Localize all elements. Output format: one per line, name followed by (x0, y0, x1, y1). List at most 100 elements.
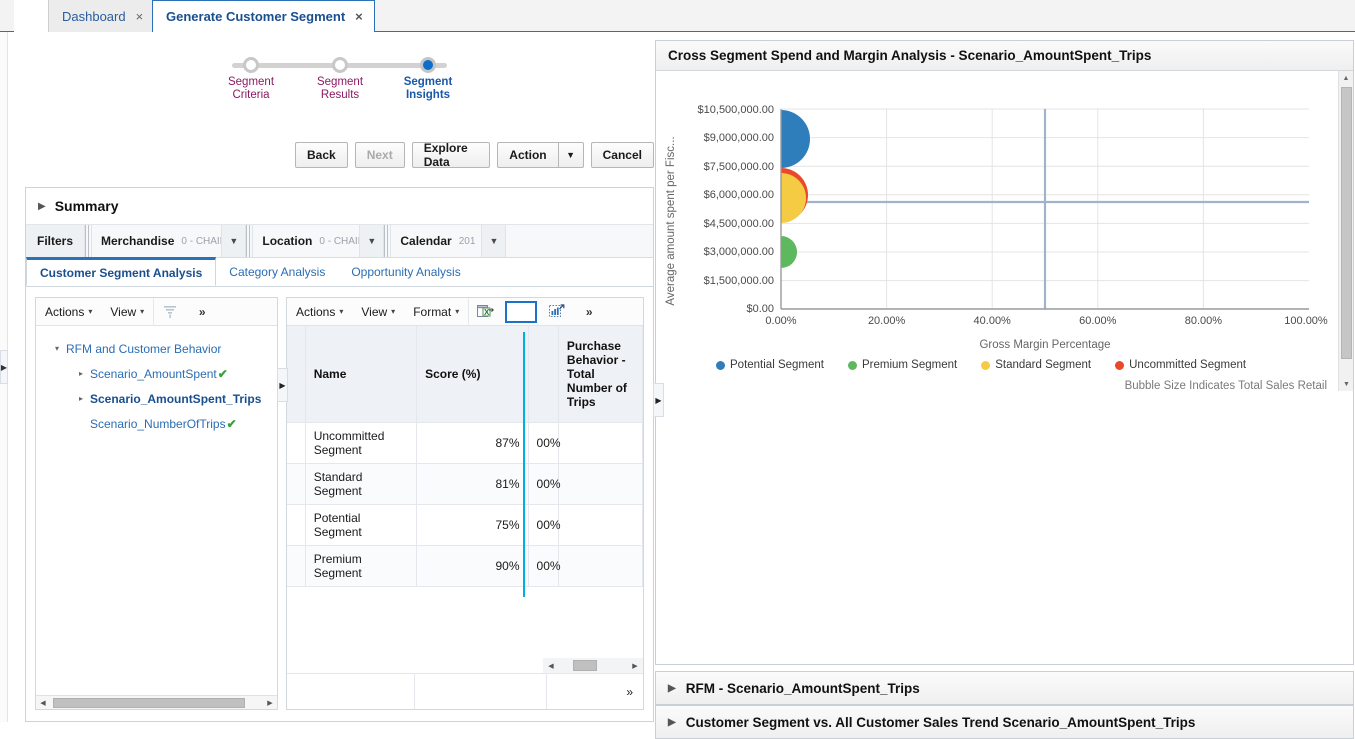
chevron-right-icon[interactable]: ▶ (668, 683, 676, 694)
footer-more-icon[interactable]: » (547, 674, 643, 709)
row-selector[interactable] (287, 463, 306, 505)
collapsed-panel-sales-trend[interactable]: ▶ Customer Segment vs. All Customer Sale… (655, 705, 1354, 739)
table-view-menu[interactable]: View ▾ (352, 298, 404, 325)
filter-merchandise-label: Merchandise (101, 234, 175, 248)
tab-customer-segment-analysis[interactable]: Customer Segment Analysis (26, 257, 217, 286)
chevron-right-icon[interactable]: ▶ (668, 717, 676, 728)
scroll-left-icon[interactable]: ◀ (543, 662, 559, 670)
bubble-chart[interactable]: Average amount spent per Fisc... $10,500… (656, 71, 1340, 401)
summary-header[interactable]: ▶ Summary (26, 188, 653, 225)
step-dot-icon (420, 57, 436, 73)
explore-data-button[interactable]: Explore Data (411, 141, 491, 169)
detach-chart-icon[interactable] (541, 298, 573, 325)
chevron-right-icon[interactable]: ▶ (38, 201, 46, 212)
chevron-down-icon[interactable]: ▼ (221, 225, 246, 257)
svg-text:$3,000,000.00: $3,000,000.00 (704, 246, 774, 258)
column-header-clipped[interactable] (528, 326, 559, 423)
pane-splitter-handle[interactable]: ▶ (277, 368, 288, 402)
row-selector[interactable] (287, 504, 306, 546)
legend-item-premium-segment[interactable]: Premium Segment (847, 359, 957, 371)
tree-node-label[interactable]: Scenario_AmountSpent (90, 367, 217, 381)
tree-node-label[interactable]: Scenario_AmountSpent_Trips (90, 392, 261, 406)
table-actions-menu[interactable]: Actions ▾ (287, 298, 352, 325)
table-row[interactable]: Potential Segment 75% 00% (287, 504, 644, 546)
table-more-actions-icon[interactable]: » (573, 298, 605, 325)
filters-button[interactable]: Filters (26, 225, 86, 257)
filter-grip-handle[interactable] (85, 225, 93, 257)
chevron-down-icon[interactable]: ▼ (359, 225, 384, 257)
tree-node-label[interactable]: RFM and Customer Behavior (66, 342, 221, 356)
filter-merchandise[interactable]: Merchandise 0 - CHAIN ▼ (92, 225, 247, 257)
tree-node-rfm[interactable]: ▾ RFM and Customer Behavior (42, 336, 277, 361)
tree-more-actions-icon[interactable]: » (186, 298, 218, 325)
legend-item-standard-segment[interactable]: Standard Segment (981, 359, 1091, 371)
tab-dashboard[interactable]: Dashboard × (48, 0, 156, 32)
table-row[interactable]: Premium Segment 90% 00% (287, 545, 644, 587)
chevron-down-icon[interactable]: ▼ (481, 225, 506, 257)
tree-view-menu[interactable]: View ▾ (101, 298, 153, 325)
column-header-score[interactable]: Score (%) (416, 326, 529, 423)
cell-clipped-value: 00% (528, 422, 561, 464)
filter-location[interactable]: Location 0 - CHAIN ▼ (253, 225, 385, 257)
scroll-down-icon[interactable]: ▼ (1339, 377, 1354, 391)
cell-name: Standard Segment (305, 463, 418, 505)
collapse-all-icon[interactable] (154, 298, 186, 325)
chart-panel: Cross Segment Spend and Margin Analysis … (655, 40, 1354, 665)
scrollbar-thumb[interactable] (53, 697, 245, 708)
tree-actions-menu[interactable]: Actions ▾ (36, 298, 101, 325)
table-horizontal-scrollbar[interactable]: ◀ ▶ (543, 658, 643, 673)
legend-item-uncommitted-segment[interactable]: Uncommitted Segment (1115, 359, 1246, 371)
scroll-right-icon[interactable]: ▶ (627, 662, 643, 670)
column-header-purchase-behavior-trips[interactable]: Purchase Behavior - Total Number of Trip… (558, 326, 644, 423)
tab-category-analysis[interactable]: Category Analysis (216, 258, 338, 286)
search-input[interactable] (505, 300, 538, 323)
table-row[interactable]: Standard Segment 81% 00% (287, 463, 644, 505)
action-split-button[interactable]: Action ▼ (497, 142, 584, 168)
close-icon[interactable]: × (355, 10, 363, 23)
tab-opportunity-analysis[interactable]: Opportunity Analysis (338, 258, 473, 286)
cell-clipped-value: 00% (528, 463, 561, 505)
collapsed-panel-rfm[interactable]: ▶ RFM - Scenario_AmountSpent_Trips (655, 671, 1354, 705)
legend-item-potential-segment[interactable]: Potential Segment (716, 359, 824, 371)
triangle-down-icon[interactable]: ▾ (48, 344, 66, 353)
svg-text:80.00%: 80.00% (1185, 315, 1223, 327)
wizard-train: Segment Criteria Segment Results Segment… (214, 44, 464, 104)
filter-grip-handle[interactable] (246, 225, 254, 257)
scroll-right-icon[interactable]: ▶ (263, 699, 277, 707)
scrollbar-thumb[interactable] (573, 660, 597, 671)
cancel-button[interactable]: Cancel (590, 142, 654, 168)
tree-node-label[interactable]: Scenario_NumberOfTrips (90, 417, 226, 431)
filter-bar: Filters Merchandise 0 - CHAIN ▼ Location… (26, 225, 653, 258)
table-row[interactable]: Uncommitted Segment 87% 00% (287, 422, 644, 464)
column-header-name[interactable]: Name (305, 326, 418, 423)
filter-grip-handle[interactable] (384, 225, 392, 257)
row-selector[interactable] (287, 422, 306, 464)
close-icon[interactable]: × (136, 10, 144, 23)
train-step-segment-criteria[interactable]: Segment Criteria (214, 44, 288, 102)
scrollbar-thumb[interactable] (1341, 87, 1352, 359)
export-to-excel-icon[interactable]: X (469, 298, 501, 325)
chart-vertical-scrollbar[interactable]: ▲ ▼ (1338, 71, 1353, 391)
row-selector[interactable] (287, 545, 306, 587)
tree-node-scenario-numberoftrips[interactable]: Scenario_NumberOfTrips ✔ (42, 411, 277, 436)
scroll-left-icon[interactable]: ◀ (36, 699, 50, 707)
table-format-menu[interactable]: Format ▾ (404, 298, 468, 325)
left-splitter-handle[interactable]: ▶ (0, 350, 8, 384)
right-pane-splitter-handle[interactable]: ▶ (653, 383, 664, 417)
tree-horizontal-scrollbar[interactable]: ◀ ▶ (36, 695, 277, 709)
scrollbar-track[interactable] (50, 697, 263, 709)
scrollbar-track[interactable] (559, 659, 627, 672)
tree-node-scenario-amountspent-trips[interactable]: ▸ Scenario_AmountSpent_Trips (42, 386, 277, 411)
train-step-segment-insights[interactable]: Segment Insights (391, 44, 465, 102)
scroll-up-icon[interactable]: ▲ (1339, 71, 1353, 85)
triangle-right-icon[interactable]: ▸ (72, 369, 90, 378)
back-button[interactable]: Back (295, 142, 348, 168)
filter-calendar[interactable]: Calendar 201 ▼ (391, 225, 507, 257)
tab-generate-customer-segment[interactable]: Generate Customer Segment × (152, 0, 375, 33)
train-step-segment-results[interactable]: Segment Results (303, 44, 377, 102)
tree-node-scenario-amountspent[interactable]: ▸ Scenario_AmountSpent ✔ (42, 361, 277, 386)
triangle-right-icon[interactable]: ▸ (72, 394, 90, 403)
row-gutter-header (287, 326, 306, 423)
action-button[interactable]: Action (497, 142, 558, 168)
chevron-down-icon[interactable]: ▼ (557, 142, 584, 168)
